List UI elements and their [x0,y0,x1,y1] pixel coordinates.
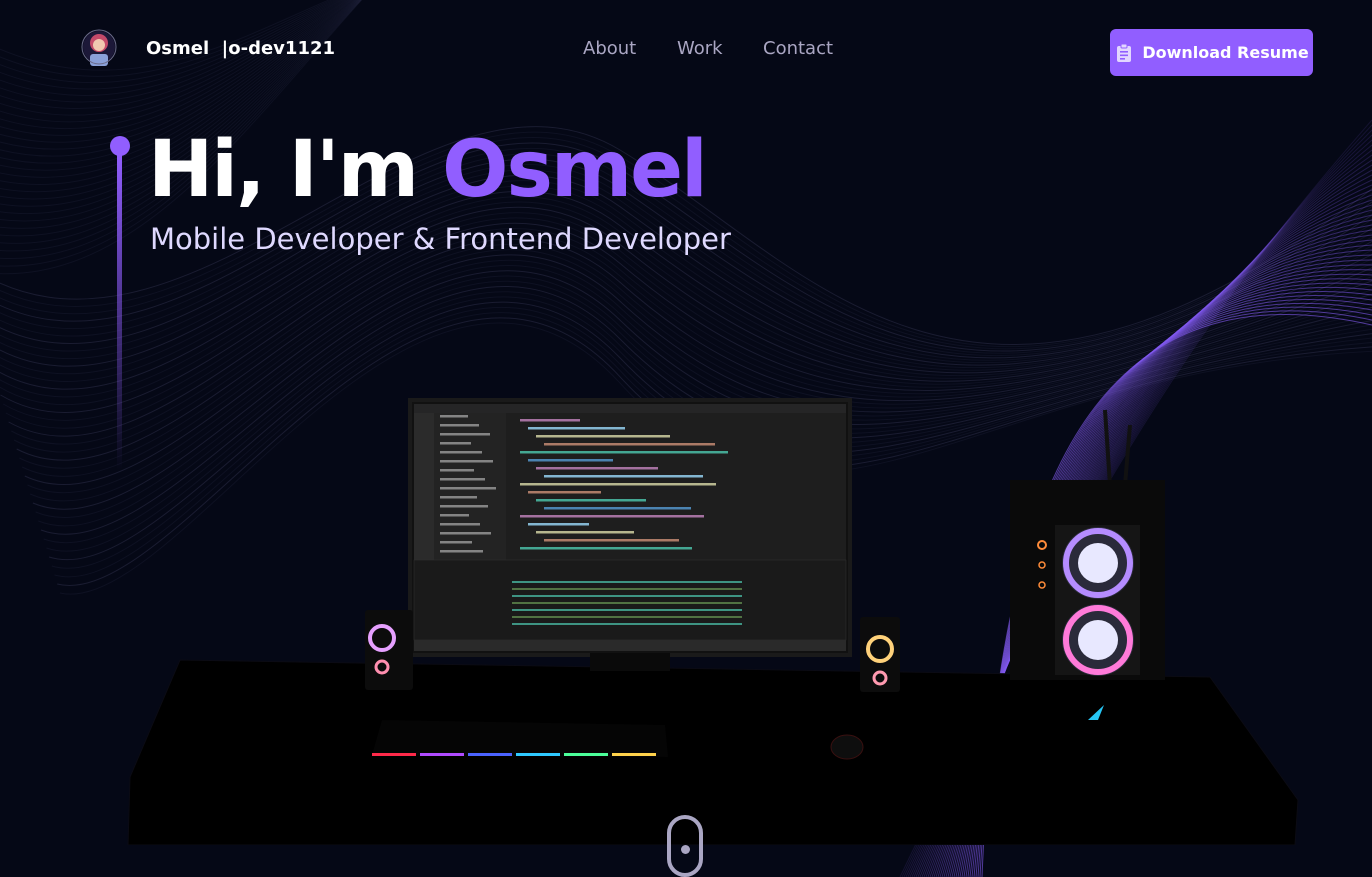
download-resume-label: Download Resume [1142,43,1309,62]
hero-timeline-dot [110,136,130,156]
mouse-scroll-icon[interactable] [667,815,703,877]
hero-subtitle: Mobile Developer & Frontend Developer [150,222,731,256]
hero-greeting: Hi, I'm [148,125,443,215]
hero-title: Hi, I'm Osmel [148,125,708,215]
navbar: Osmel |o-dev1121 About Work Contact Down… [0,0,1372,100]
download-resume-button[interactable]: Download Resume [1110,29,1313,76]
nav-link-contact[interactable]: Contact [763,38,833,59]
brand-name[interactable]: Osmel |o-dev1121 [146,38,335,59]
desktop-pc-3d-scene[interactable] [120,395,1310,845]
nav-link-work[interactable]: Work [677,38,723,59]
avatar-logo-icon[interactable] [80,28,118,70]
nav-link-about[interactable]: About [583,38,636,59]
scroll-indicator-dot [681,845,690,854]
hero-name: Osmel [442,125,708,215]
clipboard-icon [1117,43,1132,62]
